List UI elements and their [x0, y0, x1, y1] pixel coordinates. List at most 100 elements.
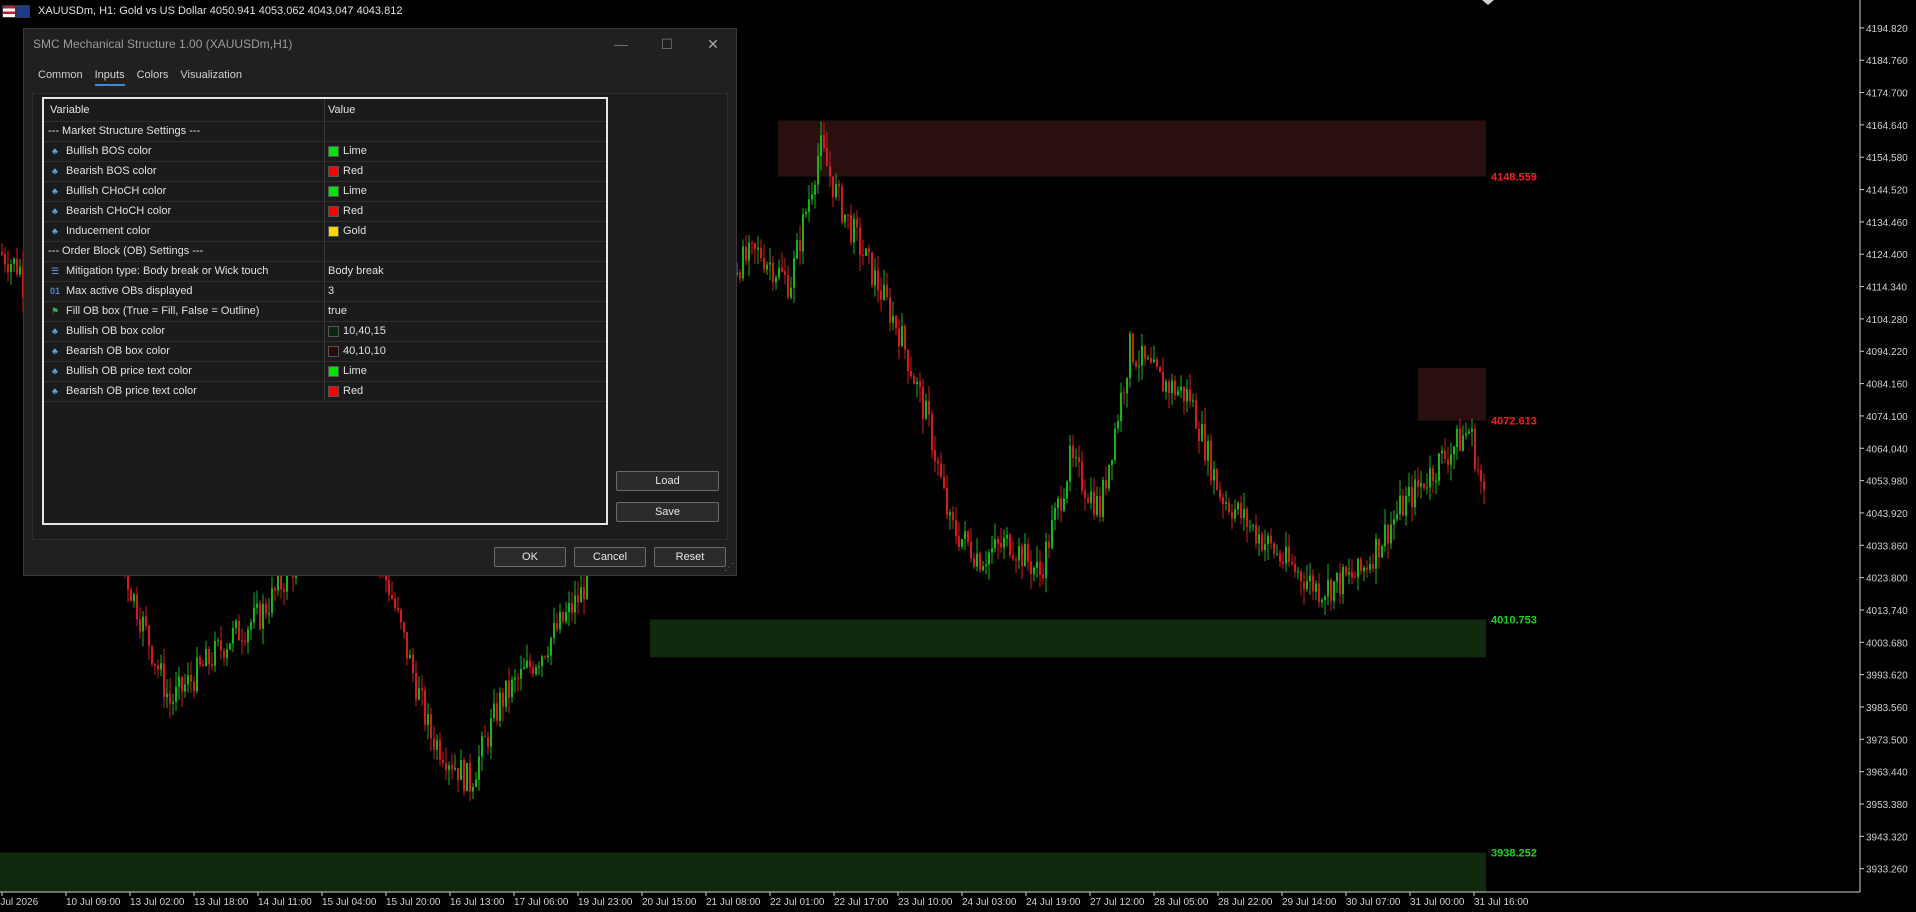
- value-cell[interactable]: 10,40,15: [328, 325, 386, 337]
- candle-body: [742, 246, 744, 279]
- value-cell[interactable]: Gold: [328, 225, 366, 237]
- candle-body: [577, 595, 579, 603]
- input-row[interactable]: ☰ Mitigation type: Body break or Wick tou…: [44, 261, 606, 282]
- input-row[interactable]: ♣ Bearish OB price text color Red: [44, 381, 606, 402]
- candle-body: [1321, 599, 1323, 603]
- candle-body: [802, 214, 804, 252]
- candle-body: [1036, 561, 1038, 568]
- input-row[interactable]: ⚑ Fill OB box (True = Fill, False = Outli…: [44, 301, 606, 322]
- candle-body: [1318, 583, 1320, 603]
- candle-body: [997, 539, 999, 544]
- value-cell[interactable]: Red: [328, 165, 363, 177]
- cancel-button[interactable]: Cancel: [574, 547, 646, 567]
- candle-body: [823, 135, 825, 148]
- input-row[interactable]: ♣ Bearish OB box color 40,10,10: [44, 341, 606, 362]
- chart-header: XAUUSDm, H1: Gold vs US Dollar 4050.941 …: [0, 0, 1860, 22]
- candle-body: [1438, 453, 1440, 481]
- dialog-titlebar[interactable]: SMC Mechanical Structure 1.00 (XAUUSDm,H…: [24, 29, 736, 59]
- value-cell[interactable]: true: [328, 305, 347, 317]
- input-row[interactable]: ♣ Bullish OB box color 10,40,15: [44, 321, 606, 342]
- candle-body: [472, 786, 474, 792]
- candle-body: [556, 622, 558, 630]
- input-row[interactable]: ♣ Inducement color Gold: [44, 221, 606, 242]
- resize-grip-icon[interactable]: ⋰: [724, 562, 734, 573]
- value-cell[interactable]: Lime: [328, 185, 367, 197]
- maximize-icon[interactable]: ☐: [644, 29, 690, 59]
- save-button[interactable]: Save: [616, 502, 719, 522]
- candle-body: [952, 512, 954, 521]
- variable-label: Bullish OB box color: [66, 325, 166, 337]
- candle-body: [1051, 519, 1053, 549]
- tab-colors[interactable]: Colors: [137, 69, 169, 86]
- value-label: 40,10,10: [343, 345, 386, 357]
- input-row[interactable]: ♣ Bearish BOS color Red: [44, 161, 606, 182]
- order-block-bearish: [1418, 368, 1486, 421]
- value-cell[interactable]: Red: [328, 385, 363, 397]
- x-tick-label: 31 Jul 16:00: [1474, 897, 1529, 908]
- y-tick-label: 4104.280: [1866, 315, 1908, 326]
- value-cell[interactable]: Lime: [328, 365, 367, 377]
- candle-body: [826, 147, 828, 167]
- indicator-properties-dialog: SMC Mechanical Structure 1.00 (XAUUSDm,H…: [23, 28, 737, 576]
- value-cell[interactable]: Body break: [328, 265, 384, 277]
- candle-body: [835, 183, 837, 198]
- tab-inputs[interactable]: Inputs: [94, 69, 125, 86]
- tab-visualization[interactable]: Visualization: [180, 69, 242, 86]
- y-tick-label: 4084.160: [1866, 380, 1908, 391]
- input-row[interactable]: ♣ Bullish CHoCH color Lime: [44, 181, 606, 202]
- column-header-value: Value: [328, 104, 356, 116]
- candle-body: [745, 246, 747, 261]
- value-cell[interactable]: 40,10,10: [328, 345, 386, 357]
- candle-body: [1429, 468, 1431, 488]
- value-cell[interactable]: Lime: [328, 145, 367, 157]
- candle-body: [937, 460, 939, 464]
- input-row[interactable]: 01 Max active OBs displayed 3: [44, 281, 606, 302]
- candle-body: [1405, 495, 1407, 516]
- x-tick-label: 29 Jul 14:00: [1282, 897, 1337, 908]
- candle-body: [1435, 480, 1437, 482]
- value-label: 3: [328, 285, 335, 297]
- candle-body: [283, 589, 285, 592]
- candle-body: [232, 628, 234, 644]
- candle-body: [1228, 502, 1230, 512]
- candle-body: [1087, 497, 1089, 503]
- value-cell[interactable]: Red: [328, 205, 363, 217]
- candle-body: [964, 531, 966, 539]
- candle-body: [1084, 490, 1086, 498]
- minimize-icon[interactable]: —: [598, 29, 644, 59]
- candle-body: [1144, 345, 1146, 359]
- load-button[interactable]: Load: [616, 471, 719, 491]
- candle-body: [1024, 543, 1026, 567]
- ok-button[interactable]: OK: [494, 547, 566, 567]
- candle-body: [1045, 541, 1047, 579]
- candle-body: [1168, 381, 1170, 394]
- close-icon[interactable]: ✕: [690, 29, 736, 59]
- candle-body: [871, 252, 873, 286]
- candle-body: [559, 612, 561, 630]
- candle-body: [1327, 579, 1329, 597]
- input-row[interactable]: ♣ Bullish BOS color Lime: [44, 141, 606, 162]
- variable-label: --- Order Block (OB) Settings ---: [48, 245, 204, 257]
- candle-body: [211, 664, 213, 666]
- tab-common[interactable]: Common: [38, 69, 83, 86]
- value-cell[interactable]: 3: [328, 285, 334, 297]
- candle-body: [1129, 333, 1131, 379]
- candle-body: [1174, 380, 1176, 396]
- variable-label: Mitigation type: Body break or Wick touc…: [66, 265, 269, 277]
- candle-body: [1276, 553, 1278, 555]
- reset-button[interactable]: Reset: [654, 547, 726, 567]
- color-swatch: [328, 385, 339, 397]
- candle-body: [922, 387, 924, 420]
- candle-body: [274, 588, 276, 591]
- input-row[interactable]: ♣ Bearish CHoCH color Red: [44, 201, 606, 222]
- candle-body: [520, 668, 522, 679]
- value-label: Lime: [343, 145, 367, 157]
- candle-body: [820, 135, 822, 157]
- candle-body: [139, 619, 141, 632]
- candle-body: [1000, 543, 1002, 548]
- input-row[interactable]: ♣ Bullish OB price text color Lime: [44, 361, 606, 382]
- value-label: Red: [343, 385, 364, 397]
- candle-body: [1471, 428, 1473, 432]
- candle-body: [1363, 567, 1365, 572]
- candle-body: [1195, 400, 1197, 429]
